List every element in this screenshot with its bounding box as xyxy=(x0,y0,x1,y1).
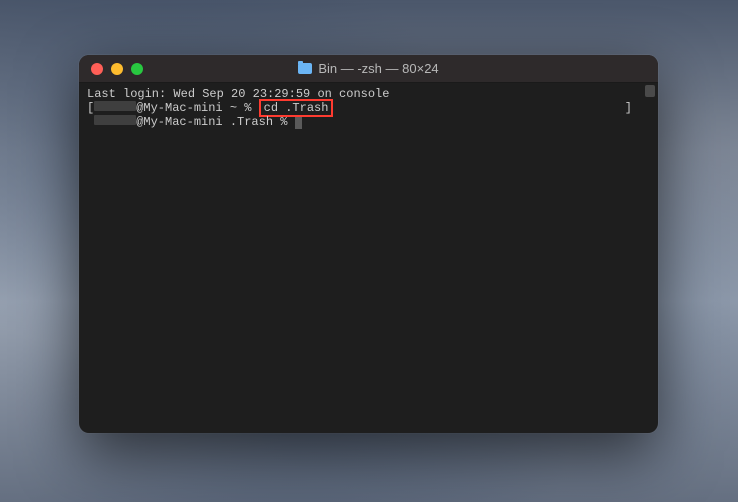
close-button[interactable] xyxy=(91,63,103,75)
command-text: cd .Trash xyxy=(264,101,329,115)
terminal-line-3: @My-Mac-mini .Trash % xyxy=(87,115,650,129)
redacted-user-2 xyxy=(94,115,136,125)
terminal-line-2: [ @My-Mac-mini ~ % cd .Trash] xyxy=(87,101,650,115)
prompt-host-1: @My-Mac-mini ~ % xyxy=(136,101,258,115)
cursor xyxy=(295,117,302,129)
maximize-button[interactable] xyxy=(131,63,143,75)
bracket-left: [ xyxy=(87,101,94,115)
bracket-right: ] xyxy=(625,101,632,115)
titlebar[interactable]: Bin — -zsh — 80×24 xyxy=(79,55,658,83)
terminal-content[interactable]: Last login: Wed Sep 20 23:29:59 on conso… xyxy=(79,83,658,433)
redacted-user xyxy=(94,101,136,111)
traffic-lights xyxy=(79,63,143,75)
minimize-button[interactable] xyxy=(111,63,123,75)
last-login-text: Last login: Wed Sep 20 23:29:59 on conso… xyxy=(87,87,389,101)
terminal-window[interactable]: Bin — -zsh — 80×24 Last login: Wed Sep 2… xyxy=(79,55,658,433)
prompt-host-2: @My-Mac-mini .Trash % xyxy=(136,115,294,129)
terminal-line-1: Last login: Wed Sep 20 23:29:59 on conso… xyxy=(87,87,650,101)
window-title: Bin — -zsh — 80×24 xyxy=(318,61,438,76)
title-center: Bin — -zsh — 80×24 xyxy=(79,61,658,76)
folder-icon xyxy=(298,63,312,74)
